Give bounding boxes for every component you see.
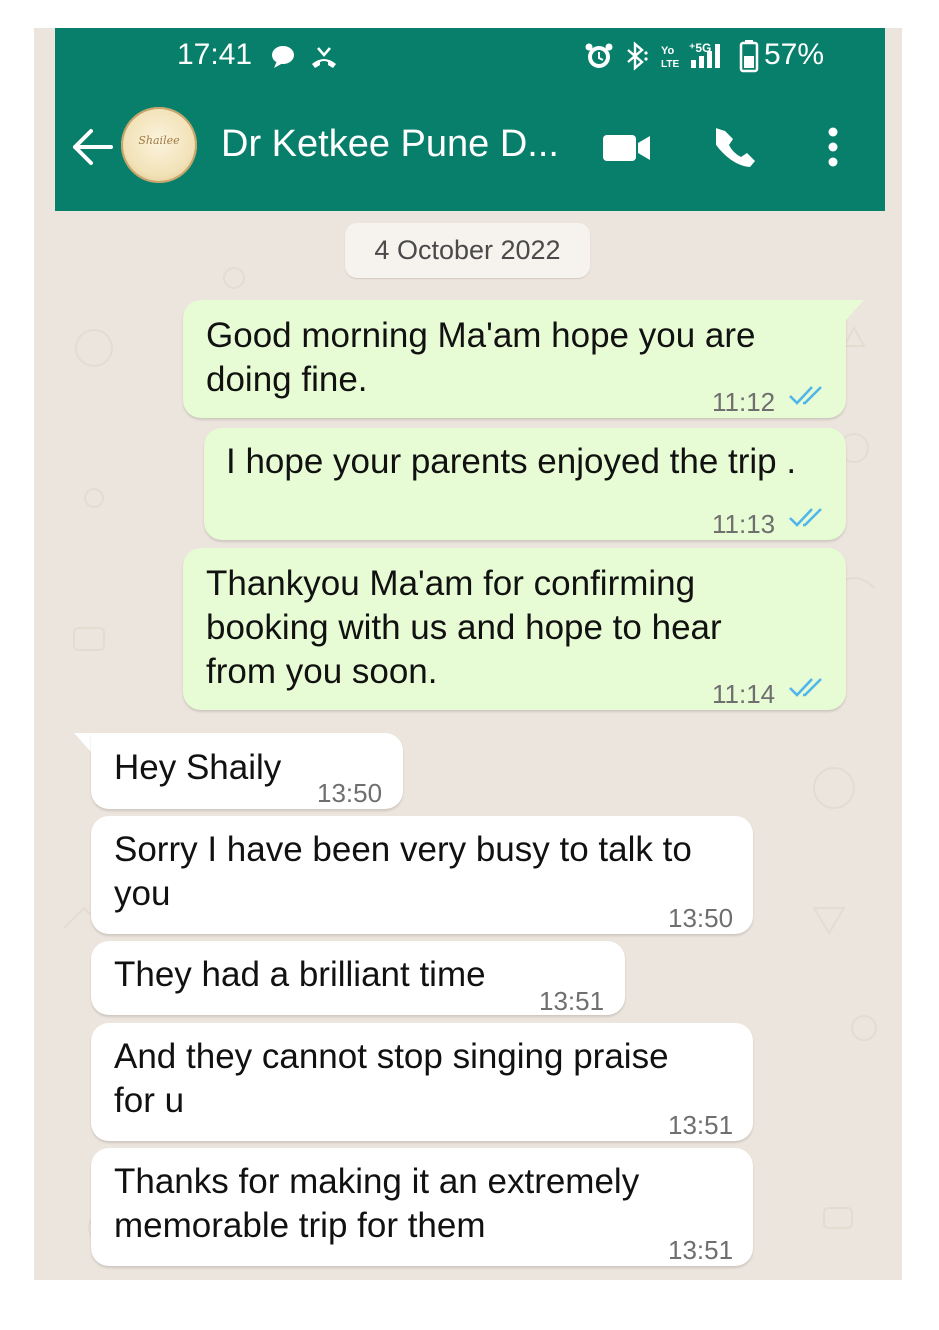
svg-text:Yo: Yo: [661, 45, 675, 57]
signal-5g-icon: ⁺5G: [689, 41, 720, 68]
message-bubble-incoming[interactable]: And they cannot stop singing praise for …: [91, 1023, 753, 1141]
chat-header: 17:41 Yo LTE ⁺5G 57% Shailee Dr Ketkee P…: [55, 28, 885, 211]
message-text: Thankyou Ma'am for confirming booking wi…: [206, 564, 722, 691]
message-notification-icon: [272, 46, 294, 68]
message-text: They had a brilliant time: [114, 955, 486, 994]
contact-name[interactable]: Dr Ketkee Pune D...: [221, 123, 559, 166]
message-time: 13:50: [317, 778, 383, 808]
double-check-read-icon: [789, 386, 822, 405]
message-time: 11:12: [712, 387, 776, 417]
voice-call-icon[interactable]: [716, 128, 758, 170]
outgoing-bubble-tail: [846, 300, 864, 320]
message-bubble-incoming[interactable]: Hey Shaily 13:50: [91, 733, 403, 809]
message-time: 13:50: [668, 903, 734, 933]
phone-screen: 17:41 Yo LTE ⁺5G 57% Shailee Dr Ketkee P…: [34, 28, 902, 1280]
message-time: 13:51: [539, 986, 605, 1016]
battery-icon: [739, 40, 759, 73]
message-text: I hope your parents enjoyed the trip .: [226, 442, 797, 481]
avatar-logo-text: Shailee: [138, 134, 180, 147]
message-time: 13:51: [668, 1235, 734, 1265]
message-text: Good morning Ma'am hope you are doing fi…: [206, 316, 756, 399]
message-time: 11:14: [712, 679, 776, 709]
message-text: Thanks for making it an extremely memora…: [114, 1162, 640, 1245]
message-bubble-incoming[interactable]: They had a brilliant time 13:51: [91, 941, 625, 1016]
message-bubble-incoming[interactable]: Sorry I have been very busy to talk to y…: [91, 816, 753, 934]
volte-icon: Yo LTE: [661, 45, 679, 70]
message-bubble-incoming[interactable]: Thanks for making it an extremely memora…: [91, 1148, 753, 1266]
message-time: 11:13: [712, 509, 776, 539]
back-arrow-icon[interactable]: [71, 127, 113, 167]
message-bubble-outgoing[interactable]: Thankyou Ma'am for confirming booking wi…: [183, 548, 846, 710]
bluetooth-icon: [627, 41, 648, 71]
message-bubble-outgoing[interactable]: I hope your parents enjoyed the trip . 1…: [204, 428, 846, 540]
status-time: 17:41: [177, 38, 253, 71]
message-text: Hey Shaily: [114, 748, 282, 787]
video-call-icon[interactable]: [602, 132, 652, 164]
date-divider: 4 October 2022: [345, 223, 590, 278]
double-check-read-icon: [789, 508, 822, 527]
missed-call-icon: [312, 47, 336, 68]
svg-text:LTE: LTE: [661, 59, 679, 70]
message-time: 13:51: [668, 1110, 734, 1140]
double-check-read-icon: [789, 678, 822, 697]
more-options-icon[interactable]: [825, 126, 841, 168]
battery-percentage: 57%: [764, 38, 825, 71]
alarm-icon: [585, 43, 613, 68]
contact-avatar[interactable]: Shailee: [121, 107, 197, 183]
message-text: Sorry I have been very busy to talk to y…: [114, 830, 692, 913]
incoming-bubble-tail: [74, 733, 92, 753]
message-bubble-outgoing[interactable]: Good morning Ma'am hope you are doing fi…: [183, 300, 846, 418]
message-text: And they cannot stop singing praise for …: [114, 1037, 669, 1120]
